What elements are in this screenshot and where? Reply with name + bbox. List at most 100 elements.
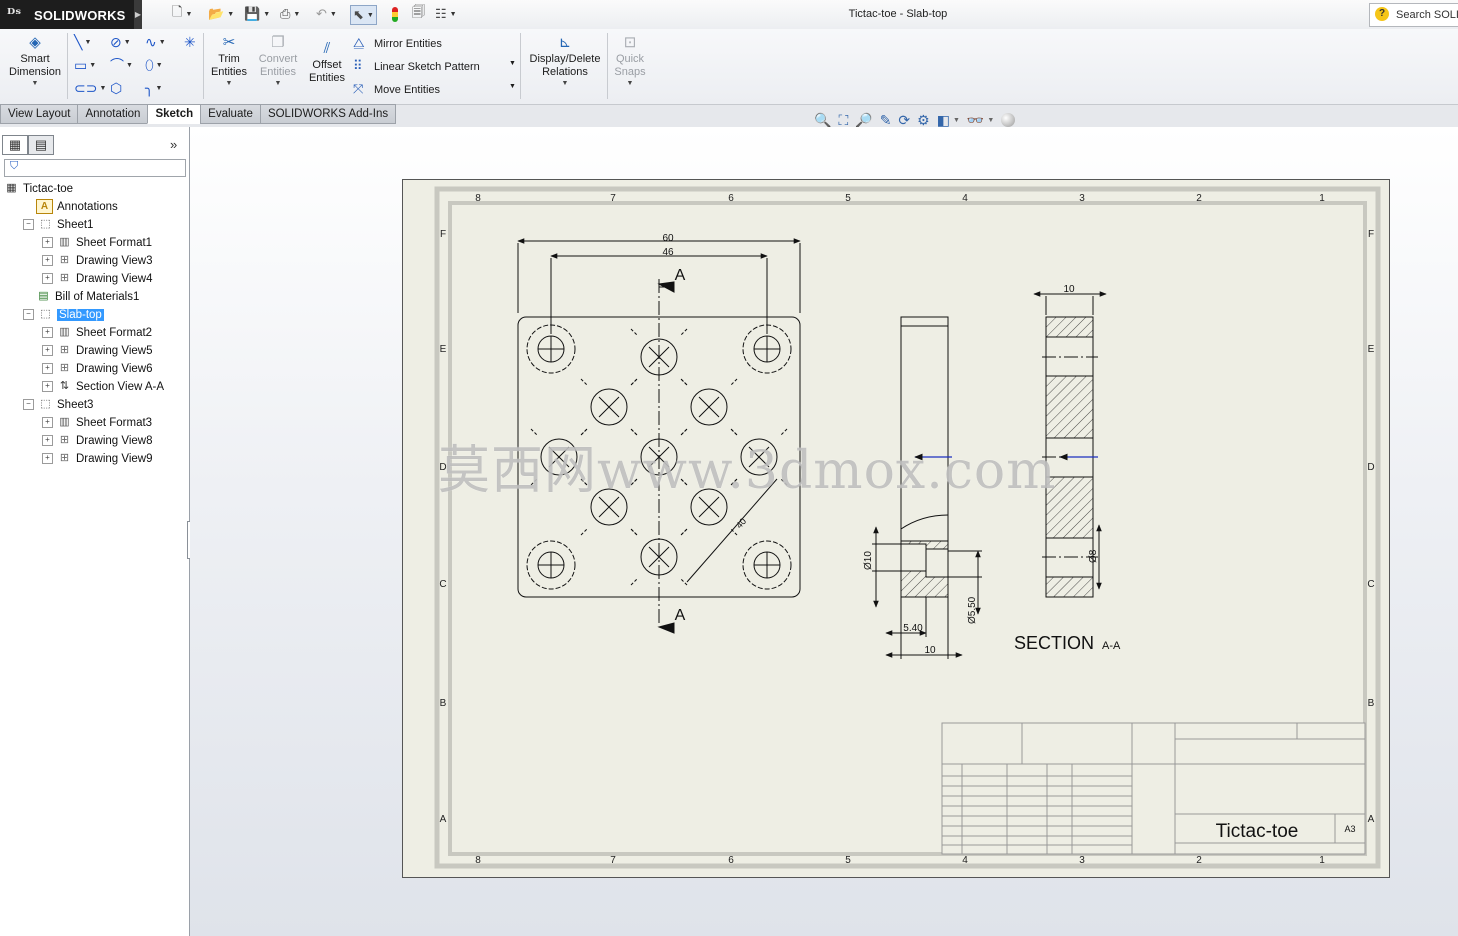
line-tool[interactable]: ╲ ▼ <box>74 34 91 51</box>
tab-evaluate[interactable]: Evaluate <box>200 104 261 124</box>
zone-label: 2 <box>1196 855 1202 866</box>
open-button[interactable]: 📂 ▼ <box>208 5 234 23</box>
menu-expand-arrow-icon[interactable]: ▶ <box>134 0 142 29</box>
tab-solidworks-add-ins[interactable]: SOLIDWORKS Add-Ins <box>259 104 397 124</box>
hide-show-items-icon[interactable]: 👓 <box>967 112 984 129</box>
tree-item[interactable]: + ⊞ Drawing View8 <box>42 432 153 450</box>
expand-panel-icon[interactable]: » <box>170 137 177 152</box>
tree-item[interactable]: + ▥ Sheet Format3 <box>42 414 152 432</box>
tree-expander-icon[interactable]: + <box>42 363 53 375</box>
undo-button[interactable]: ↶ ▼ <box>316 5 337 23</box>
polygon-icon: ⬡ <box>110 80 123 96</box>
tree-expander-icon[interactable]: − <box>23 219 34 231</box>
feature-manager-tab[interactable]: ▦ <box>2 135 28 155</box>
tree-item[interactable]: − ⬚ Sheet3 <box>23 396 93 414</box>
property-manager-tab[interactable]: ▤ <box>28 135 54 155</box>
spline-tool[interactable]: ∿ ▼ <box>145 34 166 51</box>
tree-expander-icon[interactable]: − <box>23 309 34 321</box>
window-title: Tictac-toe - Slab-top <box>848 8 948 20</box>
tree-item[interactable]: − ⬚ Slab-top <box>23 306 104 324</box>
rebuild-button[interactable] <box>392 5 398 23</box>
offset-entities-button[interactable]: ⫽ Offset Entities <box>305 41 349 85</box>
tree-item[interactable]: + ⊞ Drawing View9 <box>42 450 153 468</box>
arc-tool[interactable]: ⌒ ▼ <box>110 57 133 74</box>
zoom-to-fit-icon[interactable]: 🔍 <box>814 112 831 129</box>
tree-filter-input[interactable]: ⛉ <box>4 159 186 177</box>
graphics-area[interactable]: 8877665544332211FFEEDDCCBBAA 60 46 A A 4… <box>190 127 1458 936</box>
tree-expander-icon[interactable]: + <box>42 417 53 429</box>
file-properties-button[interactable]: 🗐 <box>412 4 425 23</box>
tree-item[interactable]: A Annotations <box>23 198 118 216</box>
drawing-sheet[interactable]: 8877665544332211F FE ED DC CB BA A 60 46 A A 4… <box>402 179 1390 878</box>
print-button[interactable]: ⎙ ▼ <box>280 5 300 23</box>
select-button[interactable]: ⬉ ▼ <box>350 5 377 25</box>
circle-icon: ⊘ <box>110 34 122 50</box>
arc-icon: ⌒ <box>110 57 124 73</box>
rebuild-icon[interactable]: ⟳ <box>898 112 910 129</box>
tree-expander-icon[interactable]: + <box>42 381 53 393</box>
section-title: SECTION <box>1014 633 1094 653</box>
options-icon: ☷ <box>435 6 447 21</box>
polygon-tool[interactable]: ⬡ <box>110 80 122 96</box>
dim-d10-label: Ø10 <box>863 551 874 570</box>
slot-icon: ⊂⊃ <box>74 80 98 96</box>
convert-entities-button[interactable]: ❐ Convert Entities ▼ <box>254 35 302 89</box>
title-block[interactable] <box>941 722 1366 855</box>
quick-snaps-button[interactable]: ⊡ Quick Snaps ▼ <box>610 35 650 89</box>
tree-item[interactable]: + ⊞ Drawing View3 <box>42 252 153 270</box>
new-document-button[interactable]: 🗋 ▼ <box>172 4 193 23</box>
tree-expander-icon[interactable]: + <box>42 255 53 267</box>
point-tool[interactable]: ✳ <box>184 34 196 50</box>
zone-label: 7 <box>610 855 616 866</box>
tree-expander-icon[interactable]: + <box>42 345 53 357</box>
options-button[interactable]: ☷ ▼ <box>435 5 457 23</box>
circle-tool[interactable]: ⊘ ▼ <box>110 34 131 51</box>
tree-item[interactable]: ▤ Bill of Materials1 <box>23 288 139 306</box>
tree-item-label: Slab-top <box>57 309 104 321</box>
search-box[interactable]: ? Search SOLI <box>1369 3 1458 27</box>
section-view-icon: ⇅ <box>59 380 70 393</box>
fillet-tool[interactable]: ╮ ▼ <box>145 80 162 97</box>
zoom-to-sheet-icon[interactable]: 🔎 <box>855 112 872 129</box>
zone-label: 4 <box>962 855 968 866</box>
slot-tool[interactable]: ⊂⊃ ▼ <box>74 80 106 97</box>
zoom-to-area-icon[interactable]: ⛶ <box>838 112 848 129</box>
view-settings-icon[interactable]: ⚙ <box>917 112 930 129</box>
tree-expander-icon[interactable]: + <box>42 273 53 285</box>
trim-entities-button[interactable]: ✂ Trim Entities ▼ <box>206 35 252 89</box>
command-manager: ◈ Smart Dimension ▼ ╲ ▼ ⊘ ▼ ∿ ▼ ✳ ▭ ▼ ⌒ ▼ ⬯ ▼ … <box>0 29 1458 105</box>
sketch-icon[interactable]: ✎ <box>880 112 892 129</box>
tree-item-label: Sheet Format2 <box>76 327 153 339</box>
linear-sketch-pattern-button[interactable]: ⠿ Linear Sketch Pattern <box>353 58 480 74</box>
tab-sketch[interactable]: Sketch <box>147 104 202 124</box>
zone-label: 7 <box>610 193 616 204</box>
tab-annotation[interactable]: Annotation <box>77 104 149 124</box>
tree-item[interactable]: − ⬚ Sheet1 <box>23 216 93 234</box>
smart-dimension-button[interactable]: ◈ Smart Dimension ▼ <box>6 35 64 89</box>
chevron-down-icon: ▼ <box>185 10 193 18</box>
tab-view-layout[interactable]: View Layout <box>0 104 79 124</box>
tree-expander-icon[interactable]: + <box>42 453 53 465</box>
tree-item[interactable]: + ⊞ Drawing View4 <box>42 270 153 288</box>
display-delete-relations-button[interactable]: ⊾ Display/Delete Relations ▼ <box>524 35 606 89</box>
pattern-dropdown[interactable]: ▼ <box>509 60 516 67</box>
tree-expander-icon[interactable]: − <box>23 399 34 411</box>
solidworks-logo[interactable]: ᴰˢ SOLIDWORKS <box>0 0 134 29</box>
ellipse-tool[interactable]: ⬯ ▼ <box>145 57 163 74</box>
tree-item[interactable]: + ⊞ Drawing View5 <box>42 342 153 360</box>
mirror-entities-button[interactable]: ⧋ Mirror Entities <box>353 35 442 51</box>
tree-item[interactable]: + ⇅ Section View A-A <box>42 378 164 396</box>
tree-expander-icon[interactable]: + <box>42 237 53 249</box>
tree-item[interactable]: + ▥ Sheet Format2 <box>42 324 152 342</box>
tree-item[interactable]: + ▥ Sheet Format1 <box>42 234 152 252</box>
tree-expander-icon[interactable]: + <box>42 327 53 339</box>
save-button[interactable]: 💾 ▼ <box>244 5 270 23</box>
appearance-sphere-icon[interactable] <box>1001 113 1016 127</box>
move-dropdown[interactable]: ▼ <box>509 83 516 90</box>
display-style-icon[interactable]: ◧ <box>937 112 950 129</box>
move-entities-button[interactable]: ⤧ Move Entities <box>353 81 440 97</box>
tree-item[interactable]: + ⊞ Drawing View6 <box>42 360 153 378</box>
tree-expander-icon[interactable]: + <box>42 435 53 447</box>
tree-item[interactable]: ▦ Tictac-toe <box>4 180 73 198</box>
rectangle-tool[interactable]: ▭ ▼ <box>74 57 96 74</box>
